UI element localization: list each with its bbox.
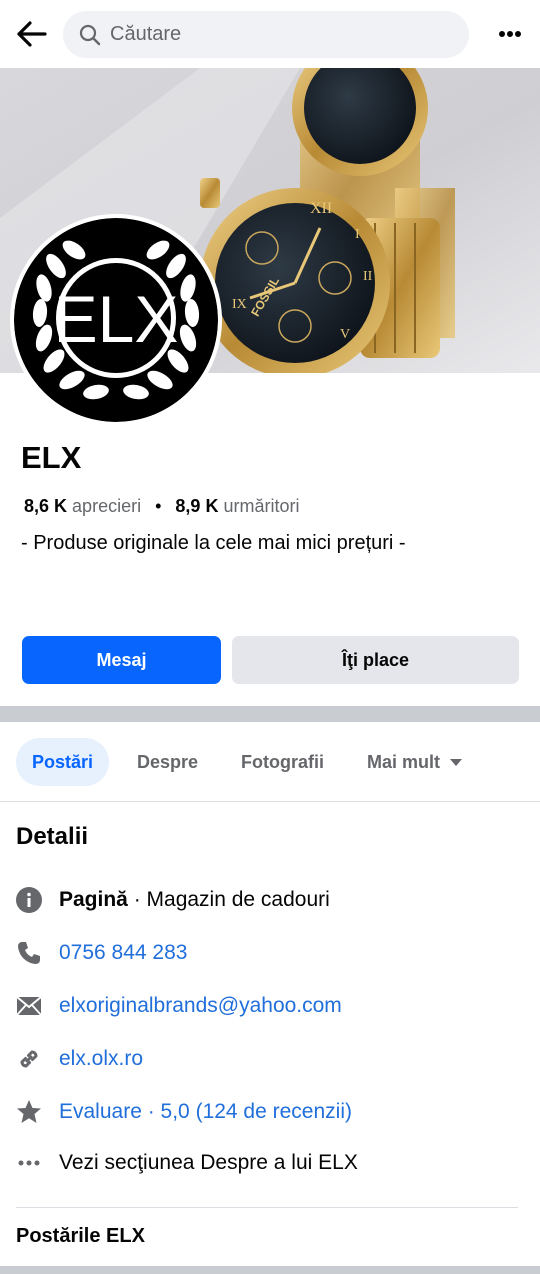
search-input[interactable]: Căutare: [63, 11, 469, 58]
tab-about[interactable]: Despre: [137, 738, 198, 786]
phone-icon: [16, 940, 42, 966]
like-button[interactable]: Îţi place: [232, 636, 519, 684]
detail-website-row[interactable]: elx.olx.ro: [0, 1039, 540, 1079]
caret-down-icon: [450, 758, 463, 766]
section-separator-bottom: [0, 1266, 540, 1274]
message-button[interactable]: Mesaj: [22, 636, 221, 684]
svg-text:II: II: [363, 269, 373, 284]
separator-dot: •: [155, 496, 162, 516]
search-icon: [79, 24, 101, 45]
detail-category: Pagină · Magazin de cadouri: [59, 888, 330, 912]
detail-about-row[interactable]: Vezi secţiunea Despre a lui ELX: [0, 1143, 540, 1183]
category-value: · Magazin de cadouri: [127, 888, 330, 911]
page-title: ELX: [21, 440, 82, 475]
tab-bar: Postări Despre Fotografii Mai mult: [0, 722, 540, 802]
divider: [16, 1207, 518, 1208]
more-options-button[interactable]: [496, 20, 524, 48]
svg-text:I: I: [355, 227, 360, 242]
tab-more[interactable]: Mai mult: [367, 738, 463, 786]
website-link[interactable]: elx.olx.ro: [59, 1047, 143, 1071]
about-link[interactable]: Vezi secţiunea Despre a lui ELX: [59, 1151, 358, 1175]
rating-link[interactable]: Evaluare · 5,0 (124 de recenzii): [59, 1100, 352, 1124]
tab-posts[interactable]: Postări: [16, 738, 110, 786]
category-prefix: Pagină: [59, 888, 128, 911]
likes-label: aprecieri: [72, 496, 142, 516]
phone-link[interactable]: 0756 844 283: [59, 941, 187, 965]
email-link[interactable]: elxoriginalbrands@yahoo.com: [59, 994, 342, 1018]
tab-more-label: Mai mult: [367, 751, 441, 772]
arrow-left-icon: [17, 21, 47, 47]
top-bar: Căutare: [0, 0, 540, 68]
svg-text:IX: IX: [232, 297, 247, 312]
page-stats: 8,6 K aprecieri • 8,9 K urmăritori: [24, 496, 299, 517]
section-separator: [0, 706, 540, 722]
tab-photos[interactable]: Fotografii: [241, 738, 324, 786]
info-icon: [16, 887, 42, 913]
elx-logo: ELX: [14, 218, 218, 422]
star-icon: [16, 1099, 42, 1125]
envelope-icon: [16, 993, 42, 1019]
more-dots-icon: [16, 1150, 42, 1176]
avatar-logo-text: ELX: [54, 282, 179, 356]
details-heading: Detalii: [16, 823, 89, 850]
page-tagline: - Produse originale la cele mai mici pre…: [21, 532, 406, 554]
back-button[interactable]: [12, 14, 52, 54]
svg-text:V: V: [340, 327, 350, 342]
profile-picture[interactable]: ELX: [10, 214, 222, 426]
detail-category-row: Pagină · Magazin de cadouri: [0, 880, 540, 920]
more-dots-icon: [499, 31, 521, 37]
search-placeholder: Căutare: [110, 23, 182, 45]
posts-heading: Postările ELX: [16, 1225, 145, 1247]
detail-email-row[interactable]: elxoriginalbrands@yahoo.com: [0, 986, 540, 1026]
followers-count: 8,9 K: [175, 496, 219, 516]
detail-rating-row[interactable]: Evaluare · 5,0 (124 de recenzii): [0, 1092, 540, 1132]
link-icon: [16, 1046, 42, 1072]
likes-count: 8,6 K: [24, 496, 68, 516]
detail-phone-row[interactable]: 0756 844 283: [0, 933, 540, 973]
svg-text:XII: XII: [310, 200, 332, 217]
followers-label: urmăritori: [223, 496, 300, 516]
